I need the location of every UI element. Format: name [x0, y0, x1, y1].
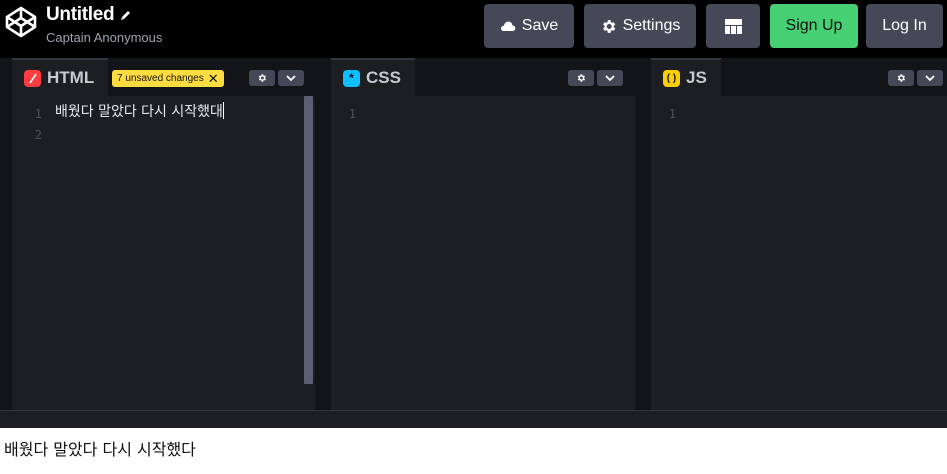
gear-icon [897, 74, 905, 82]
unsaved-changes-badge[interactable]: 7 unsaved changes ✕ [112, 70, 224, 87]
settings-button[interactable]: Settings [584, 4, 696, 48]
pen-title[interactable]: Untitled [46, 4, 115, 26]
pen-title-block: Untitled Captain Anonymous [46, 4, 162, 47]
top-bar: Untitled Captain Anonymous Save Settings [0, 0, 947, 58]
html-collapse-button[interactable] [278, 70, 304, 86]
line-number: 2 [34, 128, 42, 142]
pencil-edit-icon[interactable] [119, 9, 132, 22]
line-number: 1 [34, 107, 42, 121]
editors-area: HTML 7 unsaved changes ✕ 1 2 배웠다 말았다 다시 … [0, 58, 947, 410]
html-settings-button[interactable] [249, 70, 275, 86]
js-icon: ( ) [663, 69, 680, 87]
css-settings-button[interactable] [568, 70, 594, 86]
html-editor-tab[interactable]: HTML [12, 58, 109, 96]
js-editor-tab[interactable]: ( ) JS [651, 58, 721, 96]
change-view-button[interactable] [706, 4, 760, 48]
html-code-content[interactable]: 배웠다 말았다 다시 시작했대 [55, 102, 224, 123]
save-label: Save [521, 17, 559, 34]
js-code-editor[interactable]: 1 [651, 96, 947, 410]
sign-up-label: Sign Up [785, 17, 843, 34]
gear-icon [600, 18, 617, 35]
js-editor-pane: ( ) JS 1 [651, 58, 947, 410]
author-name[interactable]: Captain Anonymous [46, 29, 162, 47]
js-line-numbers: 1 [651, 104, 676, 125]
settings-label: Settings [622, 17, 681, 34]
layout-grid-icon [724, 18, 742, 34]
line-number: 1 [348, 107, 356, 121]
unsaved-changes-label: 7 unsaved changes [117, 73, 204, 84]
gear-icon [577, 74, 585, 82]
chevron-down-icon [286, 74, 296, 81]
result-preview: 배웠다 말았다 다시 시작했다 [0, 428, 947, 474]
css-editor-pane: * CSS 1 [331, 58, 635, 410]
line-number: 1 [668, 107, 676, 121]
js-collapse-button[interactable] [917, 70, 943, 86]
js-tab-label: JS [686, 68, 707, 87]
html-scrollbar[interactable] [304, 96, 313, 384]
text-cursor [222, 102, 224, 119]
preview-resize-handle[interactable] [0, 410, 947, 428]
log-in-label: Log In [882, 17, 927, 34]
js-settings-button[interactable] [888, 70, 914, 86]
css-line-numbers: 1 [331, 104, 356, 125]
chevron-down-icon [925, 74, 935, 81]
css-code-editor[interactable]: 1 [331, 96, 635, 410]
chevron-down-icon [605, 74, 615, 81]
css-collapse-button[interactable] [597, 70, 623, 86]
html-line-numbers: 1 2 [12, 104, 42, 146]
css-editor-tab[interactable]: * CSS [331, 58, 415, 96]
css-icon: * [343, 69, 360, 87]
gear-icon [258, 74, 266, 82]
codepen-logo-icon[interactable] [4, 5, 38, 39]
html-code-line: 배웠다 말았다 다시 시작했대 [55, 104, 223, 120]
log-in-button[interactable]: Log In [866, 4, 943, 48]
html-icon [24, 69, 41, 87]
sign-up-button[interactable]: Sign Up [770, 4, 858, 48]
preview-text: 배웠다 말았다 다시 시작했다 [4, 440, 196, 459]
html-code-editor[interactable]: 1 2 배웠다 말았다 다시 시작했대 [12, 96, 315, 410]
html-tab-label: HTML [47, 68, 95, 87]
css-tab-label: CSS [366, 68, 401, 87]
save-button[interactable]: Save [484, 4, 574, 48]
close-icon[interactable]: ✕ [208, 72, 219, 85]
html-editor-pane: HTML 7 unsaved changes ✕ 1 2 배웠다 말았다 다시 … [12, 58, 315, 410]
cloud-icon [500, 20, 516, 32]
